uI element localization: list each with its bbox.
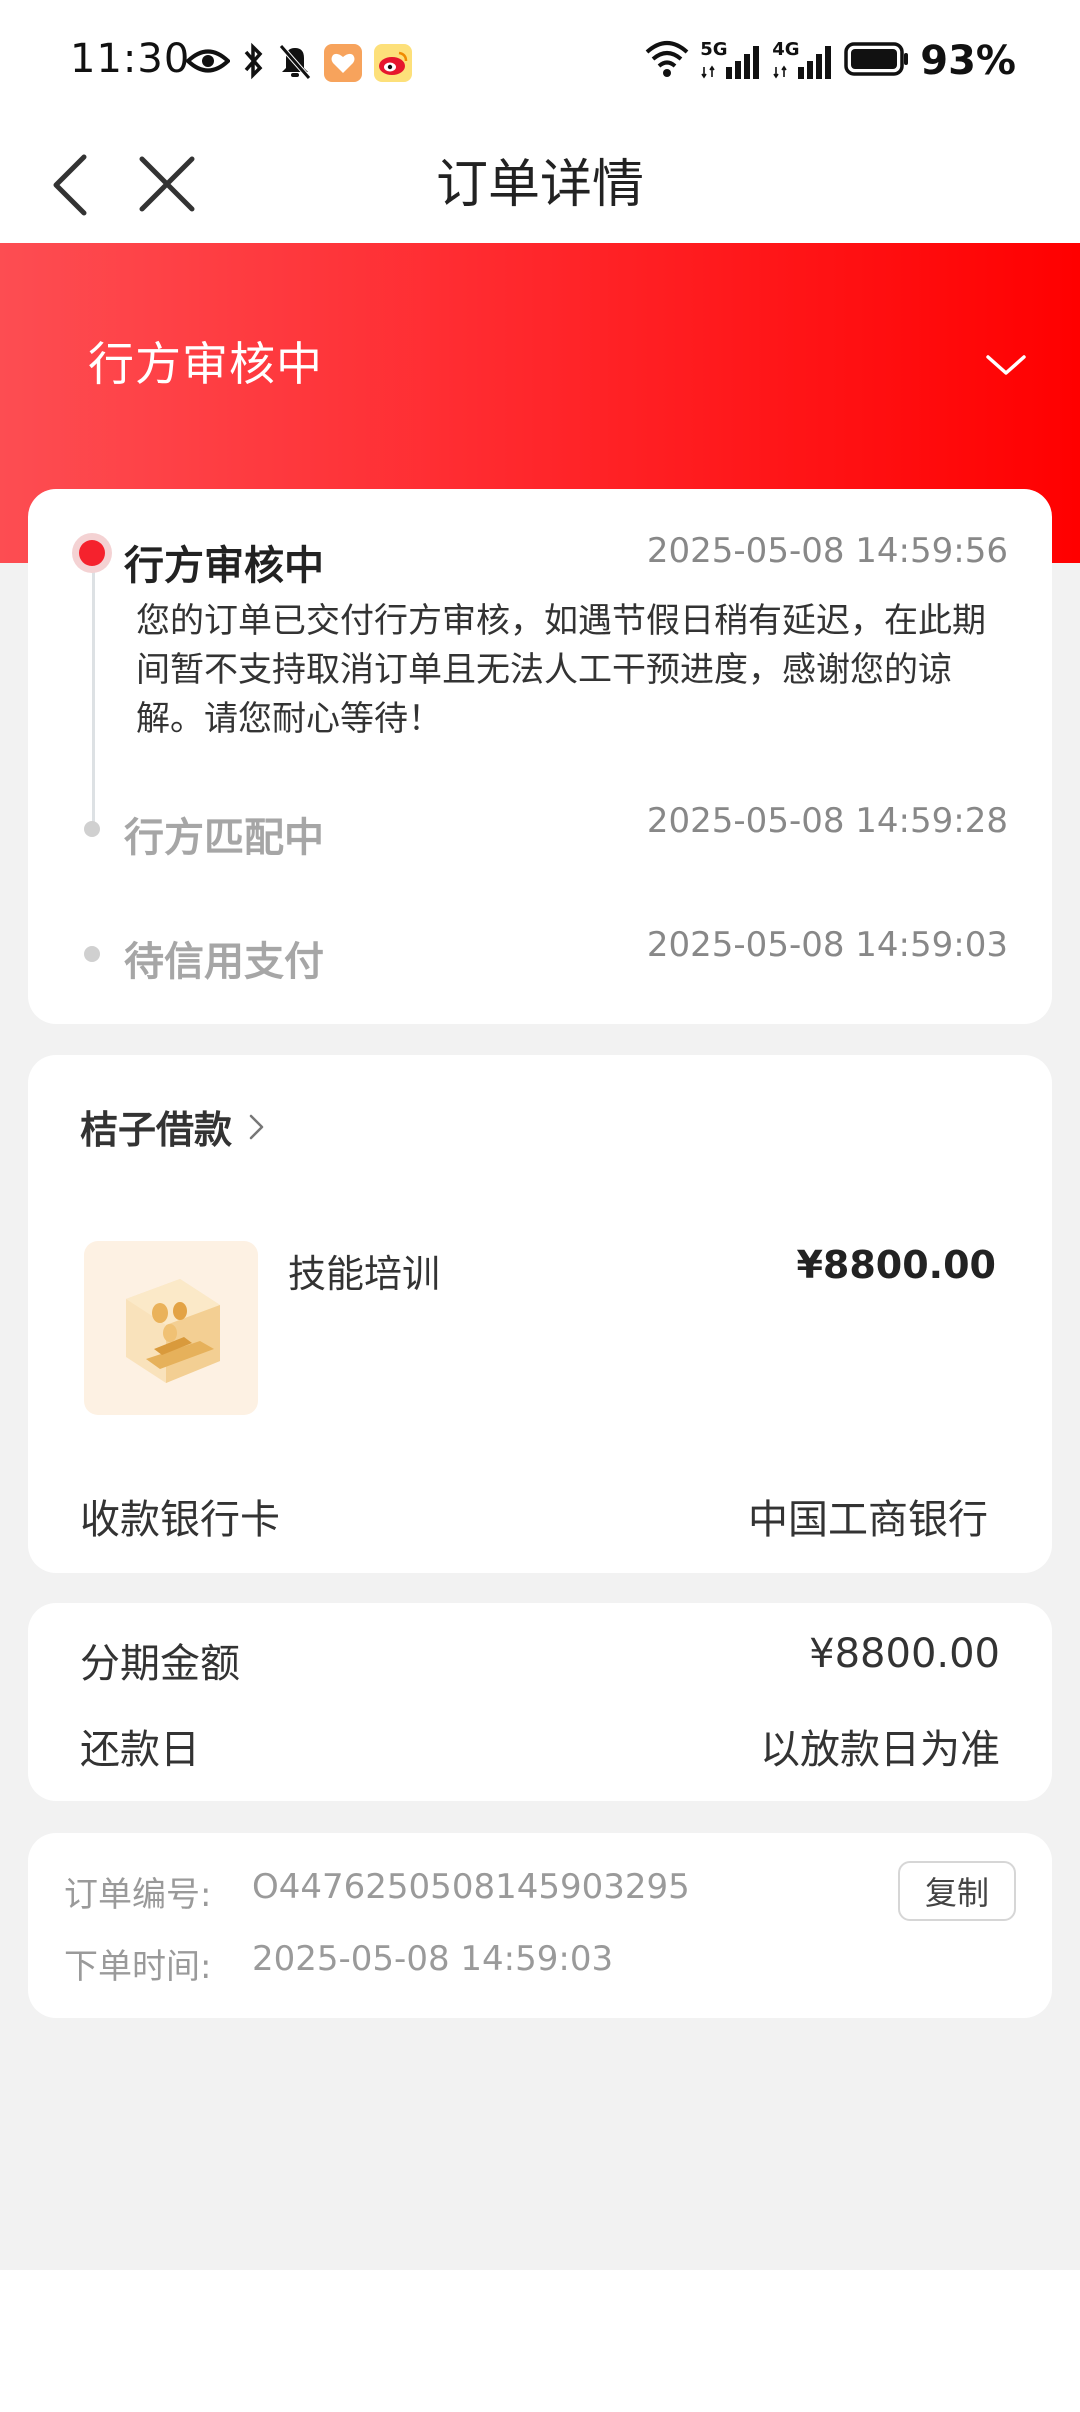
chevron-down-icon [986,355,1026,375]
product-image[interactable] [84,1241,258,1415]
timeline-step-time: 2025-05-08 14:59:56 [646,531,1008,571]
chevron-right-icon [249,1114,264,1139]
product-name: 技能培训 [288,1252,441,1296]
battery-icon [844,41,910,81]
order-detail-page: 11:30 5G 4G 93% 订单详情 行方审核中 行方审核中 2025-05… [0,0,1080,2412]
status-icons-left [185,38,412,88]
battery-percent: 93% [920,38,1016,84]
timeline-step-description: 您的订单已交付行方审核，如遇节假日稍有延迟，在此期间暂不支持取消订单且无法人工干… [136,601,986,739]
eye-icon [185,46,231,80]
banner-toggle-button[interactable] [976,335,1036,395]
bluetooth-icon [242,42,266,84]
nav-bar: 订单详情 [0,125,1080,243]
timeline-step-title: 待信用支付 [124,939,324,985]
progress-timeline-card: 行方审核中 2025-05-08 14:59:56 您的订单已交付行方审核，如遇… [28,489,1052,1024]
timeline-step-time: 2025-05-08 14:59:28 [646,801,1008,841]
order-number-value: O447625050814590329​5 [252,1867,690,1907]
timeline-line [92,557,95,827]
wifi-icon [644,40,690,82]
app-badge-orange [324,44,362,82]
repayment-day-label: 还款日 [80,1727,200,1773]
status-time: 11:30 [70,36,191,82]
banner-status-title: 行方审核中 [88,337,323,391]
order-meta-card: 订单编号: O447625050814590329​5 复制 下单时间: 202… [28,1833,1052,2018]
timeline-dot-active [72,533,112,573]
weibo-icon [374,44,412,82]
order-product-card: 桔子借款 技能培训 ¥8800.00 收款银行卡 中国工商银行 [28,1055,1052,1573]
status-bar: 11:30 5G 4G 93% [0,0,1080,125]
shop-link[interactable]: 桔子借款 [80,1099,268,1154]
shop-name: 桔子借款 [80,1108,233,1152]
gold-coin-box-icon [126,1279,220,1383]
signal-5g-icon: 5G [700,39,762,81]
timeline-step-title: 行方审核中 [124,543,324,589]
order-number-label: 订单编号: [64,1875,212,1915]
timeline-dot [84,946,100,962]
copy-button[interactable]: 复制 [898,1861,1016,1921]
page-title: 订单详情 [435,155,644,215]
order-time-label: 下单时间: [64,1947,212,1987]
bell-off-icon [278,42,312,84]
bank-card-label: 收款银行卡 [80,1497,280,1543]
status-icons-right: 5G 4G 93% [644,36,1016,86]
bank-card-value: 中国工商银行 [748,1497,988,1543]
timeline-step-title: 行方匹配中 [124,815,324,861]
signal-4g-icon: 4G [772,39,834,81]
product-price: ¥8800.00 [796,1243,996,1287]
timeline-step-time: 2025-05-08 14:59:03 [646,925,1008,965]
bottom-area [0,2270,1080,2412]
order-time-value: 2025-05-08 14:59:03 [252,1939,614,1979]
installment-card: 分期金额 ¥8800.00 还款日 以放款日为准 [28,1603,1052,1801]
installment-amount-value: ¥8800.00 [809,1631,1000,1677]
installment-amount-label: 分期金额 [80,1641,240,1687]
repayment-day-value: 以放款日为准 [760,1727,1000,1773]
timeline-dot [84,821,100,837]
